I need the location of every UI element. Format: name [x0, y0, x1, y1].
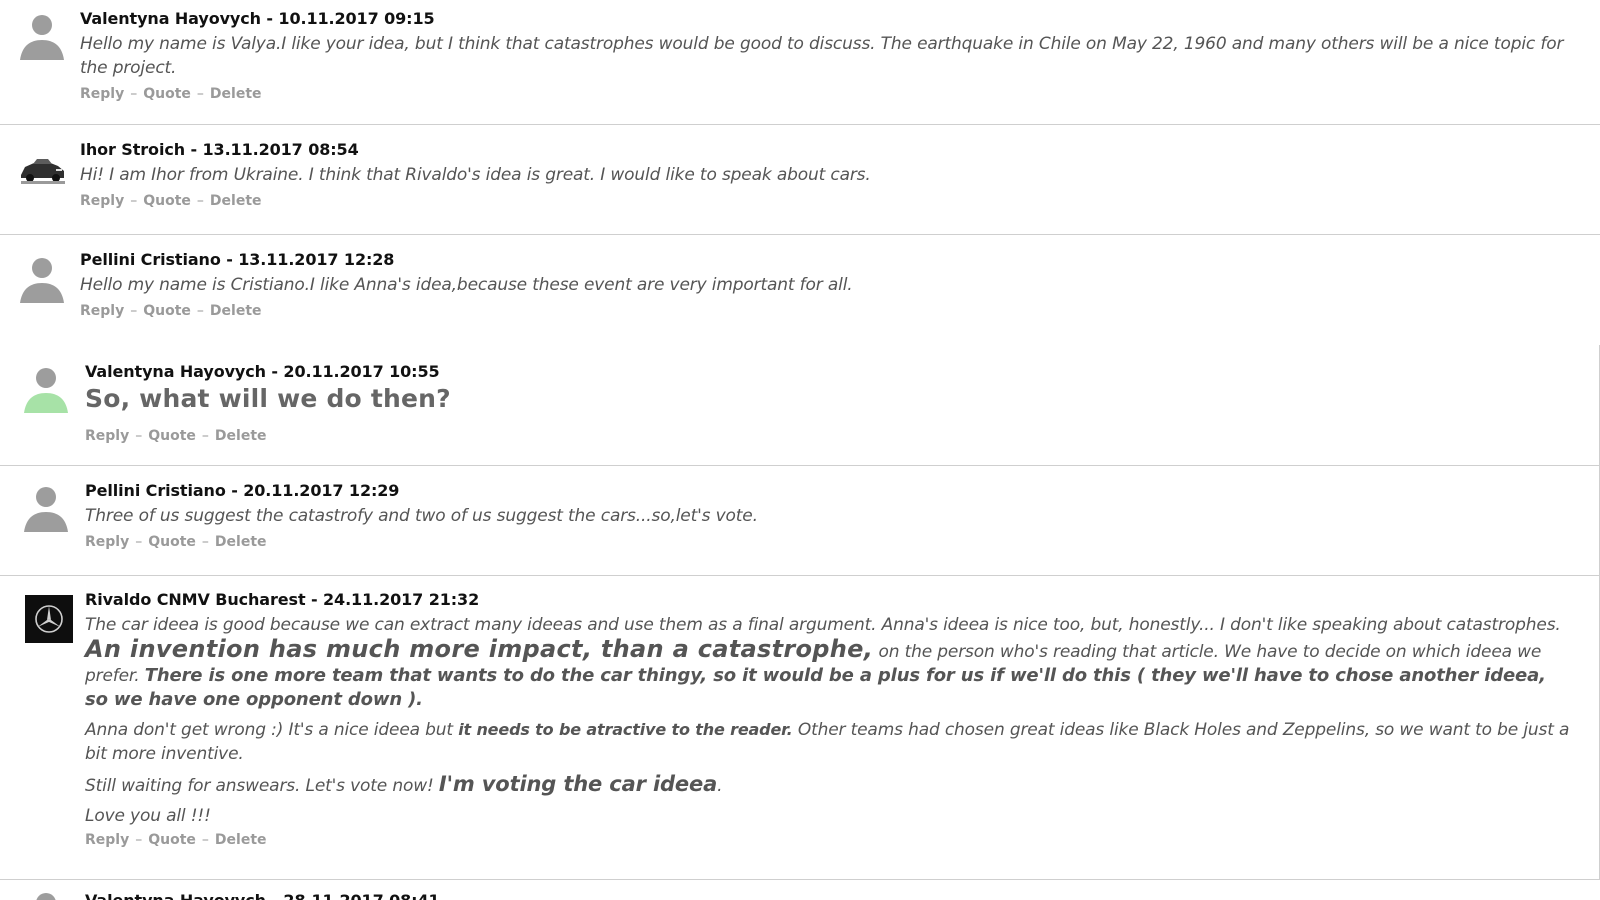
comment-text: Hello my name is Cristiano.I like Anna's…	[80, 275, 853, 295]
comment-actions: Reply – Quote – Delete	[85, 830, 1571, 850]
comment-meta: Valentyna Hayovych - 20.11.2017 10:55	[85, 362, 440, 381]
emphasis-text: I'm voting the car ideea	[438, 772, 718, 796]
delete-link[interactable]: Delete	[210, 193, 262, 209]
comment-meta: Rivaldo CNMV Bucharest - 24.11.2017 21:3…	[85, 590, 480, 609]
comment-actions: Reply – Quote – Delete	[80, 84, 1572, 104]
comment-paragraph: Love you all !!!	[85, 806, 211, 826]
emphasis-text: There is one more team that wants to do …	[85, 665, 1546, 710]
reply-link[interactable]: Reply	[85, 534, 129, 550]
separator: –	[135, 428, 143, 444]
default-user-icon[interactable]	[22, 484, 70, 532]
author-name[interactable]: Pellini Cristiano	[85, 481, 226, 500]
delete-link[interactable]: Delete	[215, 428, 267, 444]
comment-feed: Valentyna Hayovych - 10.11.2017 09:15 He…	[0, 0, 1600, 900]
comment-paragraph: Still waiting for answears. Let's vote n…	[85, 772, 1571, 798]
comment-date: 10.11.2017 09:15	[278, 9, 435, 28]
emphasis-text: An invention has much more impact, than …	[85, 635, 874, 663]
comment-paragraph: Anna don't get wrong :) It's a nice idee…	[85, 718, 1571, 766]
text-run: The car ideea is good because we can ext…	[85, 615, 1561, 635]
quote-link[interactable]: Quote	[143, 86, 191, 102]
quote-link[interactable]: Quote	[148, 832, 196, 848]
author-name[interactable]: Rivaldo CNMV Bucharest	[85, 590, 306, 609]
author-name[interactable]: Valentyna Hayovych	[85, 362, 266, 381]
comment-meta: Pellini Cristiano - 20.11.2017 12:29	[85, 481, 400, 500]
delete-link[interactable]: Delete	[210, 86, 262, 102]
delete-link[interactable]: Delete	[215, 534, 267, 550]
delete-link[interactable]: Delete	[210, 303, 262, 319]
comment-date: 20.11.2017 10:55	[283, 362, 440, 381]
comment-date: 13.11.2017 08:54	[202, 140, 359, 159]
reply-link[interactable]: Reply	[80, 303, 124, 319]
comment-date: 20.11.2017 12:29	[243, 481, 400, 500]
emphasis-text: it needs to be atractive to the reader.	[458, 720, 793, 739]
author-name[interactable]: Ihor Stroich	[80, 140, 185, 159]
author-name[interactable]: Pellini Cristiano	[80, 250, 221, 269]
separator: –	[196, 193, 204, 209]
comment-item: Rivaldo CNMV Bucharest - 24.11.2017 21:3…	[0, 576, 1600, 880]
comment-actions: Reply – Quote – Delete	[80, 301, 1572, 321]
quote-link[interactable]: Quote	[148, 428, 196, 444]
text-run: .	[717, 776, 723, 796]
delete-link[interactable]: Delete	[215, 832, 267, 848]
default-user-icon[interactable]	[22, 365, 70, 413]
comment-meta: Pellini Cristiano - 13.11.2017 12:28	[80, 250, 395, 269]
comment-date: 28.11.2017 08:41	[283, 891, 439, 900]
comment-text: Hello my name is Valya.I like your idea,…	[80, 34, 1564, 78]
comment-actions: Reply – Quote – Delete	[85, 426, 1571, 446]
quote-link[interactable]: Quote	[143, 193, 191, 209]
comment-text: Hi! I am Ihor from Ukraine. I think that…	[80, 165, 871, 185]
separator: –	[196, 86, 204, 102]
comment-item: Pellini Cristiano - 20.11.2017 12:29 Thr…	[0, 466, 1600, 576]
reply-link[interactable]: Reply	[80, 193, 124, 209]
comment-actions: Reply – Quote – Delete	[80, 191, 1572, 211]
comment-text: The car ideea is good because we can ext…	[85, 613, 1571, 828]
comment-item: Pellini Cristiano - 13.11.2017 12:28 Hel…	[0, 235, 1600, 345]
comment-date: 24.11.2017 21:32	[323, 590, 480, 609]
text-run: Still waiting for answears. Let's vote n…	[85, 776, 439, 796]
reply-link[interactable]: Reply	[85, 832, 129, 848]
separator: –	[201, 428, 209, 444]
comment-item: Valentyna Hayovych - 10.11.2017 09:15 He…	[0, 0, 1600, 125]
mercedes-logo-avatar[interactable]	[25, 595, 73, 643]
default-user-icon[interactable]	[18, 255, 66, 303]
comment-meta: Valentyna Hayovych - 28.11.2017 08:41	[85, 891, 1572, 900]
separator: –	[201, 832, 209, 848]
quote-link[interactable]: Quote	[148, 534, 196, 550]
comment-item: Valentyna Hayovych - 28.11.2017 08:41	[0, 880, 1600, 900]
comment-text: Three of us suggest the catastrofy and t…	[85, 506, 758, 526]
author-name[interactable]: Valentyna Hayovych	[85, 891, 266, 900]
separator: –	[130, 303, 138, 319]
separator: –	[130, 86, 138, 102]
comment-item: Ihor Stroich - 13.11.2017 08:54 Hi! I am…	[0, 125, 1600, 235]
text-run: Anna don't get wrong :) It's a nice idee…	[85, 720, 459, 740]
separator: –	[135, 534, 143, 550]
car-photo-avatar[interactable]	[18, 145, 66, 193]
separator: –	[196, 303, 204, 319]
comment-paragraph: The car ideea is good because we can ext…	[85, 613, 1571, 712]
default-user-icon[interactable]	[22, 890, 70, 900]
quote-link[interactable]: Quote	[143, 303, 191, 319]
separator: –	[135, 832, 143, 848]
comment-date: 13.11.2017 12:28	[238, 250, 395, 269]
default-user-icon[interactable]	[18, 12, 66, 60]
reply-link[interactable]: Reply	[85, 428, 129, 444]
comment-meta: Valentyna Hayovych - 10.11.2017 09:15	[80, 9, 435, 28]
comment-meta: Ihor Stroich - 13.11.2017 08:54	[80, 140, 359, 159]
separator: –	[201, 534, 209, 550]
reply-link[interactable]: Reply	[80, 86, 124, 102]
separator: –	[130, 193, 138, 209]
comment-item: Valentyna Hayovych - 20.11.2017 10:55 So…	[0, 345, 1600, 466]
comment-text: So, what will we do then?	[85, 384, 451, 413]
author-name[interactable]: Valentyna Hayovych	[80, 9, 261, 28]
comment-actions: Reply – Quote – Delete	[85, 532, 1571, 552]
